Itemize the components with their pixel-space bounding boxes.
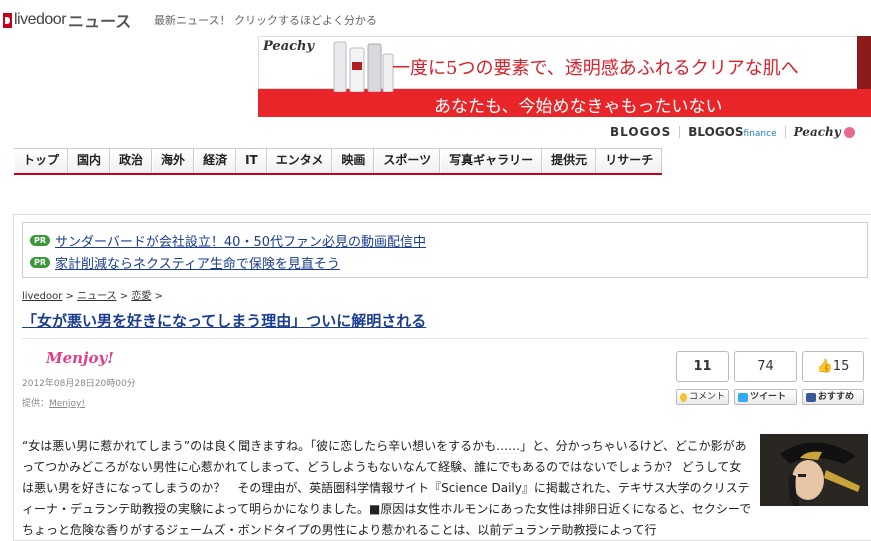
banner-subline: あなたも、今始めなきゃもったいない: [434, 97, 723, 117]
article-photo: [760, 434, 868, 506]
nav-item-politics[interactable]: 政治: [110, 149, 153, 173]
breadcrumb-sep: >: [116, 291, 132, 302]
pr-box: PR サンダーバードが会社設立！40・50代ファン必見の動画配信中 PR 家計削…: [22, 222, 868, 278]
provider-label: 提供：: [22, 399, 50, 409]
site-tagline: 最新ニュース！ クリックするほどよく分かる: [154, 14, 377, 27]
divider: [22, 338, 868, 339]
comment-button[interactable]: コメント: [676, 389, 729, 405]
bottles-image: [333, 41, 394, 92]
nav-item-providers[interactable]: 提供元: [542, 149, 597, 173]
separator: [679, 126, 681, 138]
livedoor-logo-icon: [3, 12, 12, 28]
recommend-button[interactable]: おすすめ: [802, 389, 864, 405]
tweet-count: 74: [734, 351, 797, 382]
like-count-box: 👍15: [802, 351, 864, 382]
separator: [784, 126, 786, 138]
like-count: 15: [832, 359, 850, 374]
finance-suffix: finance: [743, 129, 777, 139]
nav-item-research[interactable]: リサーチ: [596, 149, 663, 173]
pirate-portrait-image: [760, 434, 868, 506]
breadcrumb: livedoor > ニュース > 恋愛 >: [22, 287, 163, 302]
banner-brand: Peachy: [263, 39, 315, 54]
logo-text: livedoor: [14, 11, 67, 28]
tweet-label: ツイート: [750, 392, 787, 402]
blogos-finance-label: BLOGOS: [688, 125, 744, 139]
article-date: 2012年08月28日20時00分: [22, 379, 136, 389]
blogos-link[interactable]: BLOGOS: [610, 125, 671, 139]
article-body: “女は悪い男に惹かれてしまう”のは良く聞きますね。「彼に恋したら辛い想いをするか…: [22, 439, 752, 537]
menjoy-logo[interactable]: Menjoy!: [46, 349, 114, 367]
banner-ad[interactable]: Peachy 一度に5つの要素で、透明感あふれるクリアな肌へ あなたも、今始めな…: [258, 36, 871, 117]
pr-link[interactable]: サンダーバードが会社設立！40・50代ファン必見の動画配信中: [55, 231, 426, 250]
facebook-icon: [806, 392, 816, 402]
livedoor-news-logo[interactable]: livedoor ニュース: [3, 8, 131, 32]
pr-badge: PR: [30, 257, 51, 268]
article-provider: 提供：Menjoy!: [22, 396, 85, 409]
tweet-button[interactable]: ツイート: [734, 389, 797, 405]
recommend-label: おすすめ: [818, 392, 855, 402]
nav-item-economy[interactable]: 経済: [194, 149, 237, 173]
logo-section: ニュース: [68, 14, 132, 31]
thumbs-up-icon: 👍: [816, 359, 833, 374]
nav-item-sports[interactable]: スポーツ: [374, 149, 441, 173]
breadcrumb-news[interactable]: ニュース: [77, 291, 117, 302]
peachy-icon: [843, 126, 855, 138]
pr-item[interactable]: PR 家計削減ならネクスティア生命で保険を見直そう: [30, 253, 340, 272]
comment-count: 11: [676, 351, 729, 382]
breadcrumb-sep: >: [62, 291, 78, 302]
nav-item-entertainment[interactable]: エンタメ: [266, 149, 333, 173]
peachy-link[interactable]: Peachy: [794, 125, 841, 139]
breadcrumb-love[interactable]: 恋愛: [131, 291, 151, 302]
nav-item-world[interactable]: 海外: [152, 149, 195, 173]
banner-headline: 一度に5つの要素で、透明感あふれるクリアな肌へ: [392, 58, 799, 79]
article-title[interactable]: 「女が悪い男を好きになってしまう理由」ついに解明される: [22, 310, 426, 331]
nav-item-top[interactable]: トップ: [14, 149, 69, 173]
nav-item-it[interactable]: IT: [236, 149, 267, 173]
nav-item-domestic[interactable]: 国内: [68, 149, 111, 173]
global-nav: トップ 国内 政治 海外 経済 IT エンタメ 映画 スポーツ 写真ギャラリー …: [14, 148, 663, 175]
site-header: livedoor ニュース 最新ニュース！ クリックするほどよく分かる: [0, 0, 871, 36]
twitter-icon: [738, 392, 748, 402]
pr-link[interactable]: 家計削減ならネクスティア生命で保険を見直そう: [55, 253, 340, 272]
pr-badge: PR: [30, 235, 51, 246]
pr-item[interactable]: PR サンダーバードが会社設立！40・50代ファン必見の動画配信中: [30, 231, 426, 250]
nav-item-movies[interactable]: 映画: [332, 149, 375, 173]
banner-side-tab: [857, 36, 871, 89]
blogos-finance-link[interactable]: BLOGOSfinance: [688, 125, 776, 139]
comment-label: コメント: [688, 392, 725, 402]
nav-item-photo-gallery[interactable]: 写真ギャラリー: [440, 149, 543, 173]
breadcrumb-sep: >: [151, 291, 163, 302]
breadcrumb-livedoor[interactable]: livedoor: [22, 291, 62, 302]
partner-links: BLOGOS BLOGOSfinance Peachy: [610, 125, 855, 139]
comment-icon: [680, 392, 687, 402]
provider-link[interactable]: Menjoy!: [49, 399, 85, 409]
